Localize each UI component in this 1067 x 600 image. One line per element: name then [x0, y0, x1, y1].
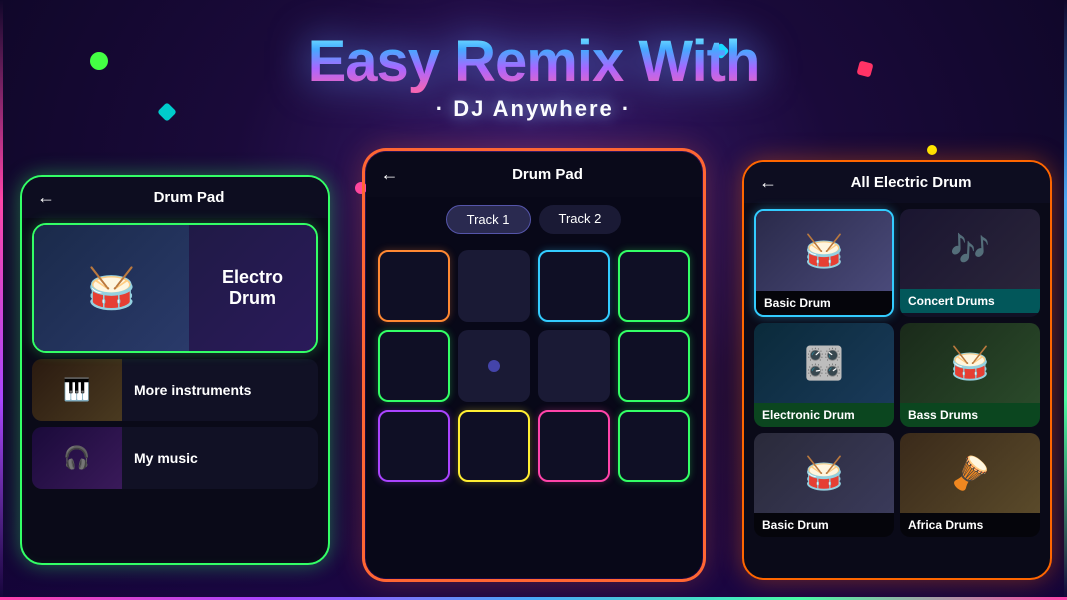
pad-4[interactable] [618, 250, 690, 322]
electro-drum-bg: 🥁 Electro Drum [34, 225, 316, 351]
basic-drum-label: Basic Drum [756, 291, 892, 315]
instruments-label: More instruments [122, 382, 318, 398]
drum-pad-tabs: Track 1 Track 2 [366, 197, 702, 242]
glow-line-left [0, 0, 3, 600]
drum-category-grid: 🥁 Basic Drum 🎶 Concert Drums 🎛️ Electron… [744, 203, 1050, 543]
pad-7[interactable] [538, 330, 610, 402]
title-area: Easy Remix With · DJ Anywhere · [308, 30, 760, 122]
electro-drum-label: Electro Drum [189, 267, 316, 309]
pad-10[interactable] [458, 410, 530, 482]
decor-dot-green [90, 52, 108, 70]
bass-drums-item[interactable]: 🥁 Bass Drums [900, 323, 1040, 427]
africa-drums-item[interactable]: 🪘 Africa Drums [900, 433, 1040, 537]
electronic-drum-image: 🎛️ [754, 323, 894, 403]
phone-center-title: Drum Pad [409, 166, 687, 183]
pad-9[interactable] [378, 410, 450, 482]
back-button-left[interactable]: ← [37, 187, 55, 208]
pad-6[interactable] [458, 330, 530, 402]
pad-12[interactable] [618, 410, 690, 482]
more-instruments-item[interactable]: 🎹 More instruments [32, 359, 318, 421]
electro-drum-item[interactable]: 🥁 Electro Drum [32, 223, 318, 353]
basic-drum-2-item[interactable]: 🥁 Basic Drum [754, 433, 894, 537]
phone-right: ← All Electric Drum 🥁 Basic Drum 🎶 Conce… [742, 160, 1052, 580]
pad-center-dot [488, 360, 500, 372]
phone-left-title: Drum Pad [65, 189, 313, 206]
concert-drums-label: Concert Drums [900, 289, 1040, 313]
phone-right-header: ← All Electric Drum [744, 162, 1050, 203]
phone-center-header: ← Drum Pad [366, 152, 702, 197]
my-music-label: My music [122, 450, 318, 466]
bass-drums-image: 🥁 [900, 323, 1040, 403]
basic-drum-2-image: 🥁 [754, 433, 894, 513]
drum-pad-grid [366, 242, 702, 490]
subtitle-dot2: · [622, 96, 631, 121]
app-subtitle: · DJ Anywhere · [308, 96, 760, 122]
decor-dot-yellow [927, 145, 937, 155]
tab-track2[interactable]: Track 2 [539, 205, 622, 234]
pad-1[interactable] [378, 250, 450, 322]
back-button-center[interactable]: ← [381, 164, 399, 185]
concert-drums-item[interactable]: 🎶 Concert Drums [900, 209, 1040, 317]
my-music-image: 🎧 [32, 427, 122, 489]
pad-2[interactable] [458, 250, 530, 322]
phone-left-header: ← Drum Pad [22, 177, 328, 218]
back-button-right[interactable]: ← [759, 172, 777, 193]
electro-drum-image: 🥁 [34, 225, 189, 351]
africa-drums-image: 🪘 [900, 433, 1040, 513]
basic-drum-image: 🥁 [756, 211, 892, 291]
pad-5[interactable] [378, 330, 450, 402]
bass-drums-label: Bass Drums [900, 403, 1040, 427]
basic-drum-2-label: Basic Drum [754, 513, 894, 537]
phone-center: ← Drum Pad Track 1 Track 2 [364, 150, 704, 580]
decor-dot-red [856, 60, 873, 77]
pad-3[interactable] [538, 250, 610, 322]
electronic-drum-label: Electronic Drum [754, 403, 894, 427]
basic-drum-item[interactable]: 🥁 Basic Drum [754, 209, 894, 317]
instruments-image: 🎹 [32, 359, 122, 421]
electronic-drum-item[interactable]: 🎛️ Electronic Drum [754, 323, 894, 427]
phone-center-inner: ← Drum Pad Track 1 Track 2 [366, 152, 702, 578]
phone-left: ← Drum Pad 🥁 Electro Drum 🎹 More instrum… [20, 175, 330, 565]
decor-dot-teal [157, 102, 177, 122]
pad-8[interactable] [618, 330, 690, 402]
subtitle-dot: · [436, 96, 445, 121]
africa-drums-label: Africa Drums [900, 513, 1040, 537]
tab-track1[interactable]: Track 1 [446, 205, 531, 234]
concert-drums-image: 🎶 [900, 209, 1040, 289]
app-title: Easy Remix With [308, 30, 760, 94]
phone-right-title: All Electric Drum [787, 174, 1035, 191]
my-music-item[interactable]: 🎧 My music [32, 427, 318, 489]
pad-11[interactable] [538, 410, 610, 482]
